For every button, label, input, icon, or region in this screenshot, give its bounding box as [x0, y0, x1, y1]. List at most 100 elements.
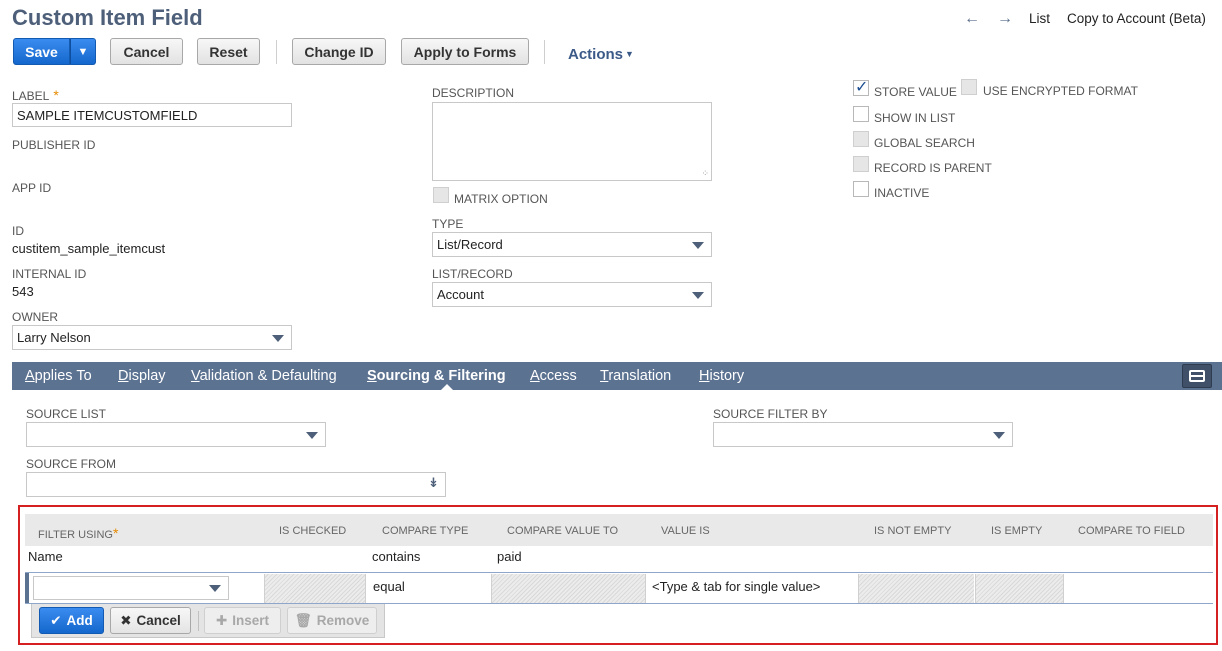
tab-layout-menu-button[interactable] — [1182, 364, 1212, 388]
dropdown-arrow-icon — [272, 335, 284, 342]
toolbar-divider — [198, 611, 199, 631]
apply-to-forms-button[interactable]: Apply to Forms — [401, 38, 529, 65]
close-icon: ✖ — [120, 612, 132, 628]
add-line-button[interactable]: ✔ Add — [39, 607, 104, 634]
matrix-option-label: Matrix Option — [454, 192, 548, 206]
show-in-list-label: Show in List — [874, 111, 956, 125]
store-value-checkbox[interactable]: ✓ — [853, 79, 869, 96]
column-header-is-not-empty: Is Not Empty — [874, 525, 952, 537]
inactive-checkbox[interactable] — [853, 181, 869, 197]
insert-line-button[interactable]: ✚ Insert — [204, 607, 281, 634]
owner-label: Owner — [12, 310, 58, 324]
actions-label: Actions — [568, 46, 624, 63]
source-from-select[interactable]: ↡ — [26, 472, 446, 497]
line-item-toolbar: ✔ Add ✖ Cancel ✚ Insert 🗑 Remove — [31, 604, 385, 638]
matrix-option-checkbox[interactable] — [433, 187, 449, 203]
cell-compare-value-to: paid — [497, 549, 522, 564]
list-record-label: List/Record — [432, 267, 513, 281]
required-asterisk: * — [112, 525, 119, 541]
column-header-is-checked: Is Checked — [279, 525, 347, 537]
toolbar-divider — [544, 40, 545, 64]
caret-down-icon: ▼ — [625, 49, 634, 59]
internal-id-label: Internal ID — [12, 267, 87, 281]
arrow-left-icon[interactable]: ← — [964, 10, 980, 28]
internal-id-value: 543 — [12, 284, 34, 299]
tab-validation-defaulting[interactable]: Validation & Defaulting — [191, 368, 337, 384]
tab-access[interactable]: Access — [530, 368, 577, 384]
app-id-label: App ID — [12, 181, 52, 195]
is-not-empty-cell-disabled — [858, 574, 974, 603]
tab-history[interactable]: History — [699, 368, 744, 384]
checkmark-icon: ✔ — [50, 612, 62, 628]
column-header-is-empty: Is Empty — [991, 525, 1043, 537]
column-header-compare-value-to: Compare Value To — [507, 525, 619, 537]
list-record-value: Account — [437, 287, 484, 302]
source-list-label: Source List — [26, 407, 107, 421]
dropdown-arrow-icon — [993, 432, 1005, 439]
layout-icon — [1189, 370, 1205, 382]
save-button[interactable]: Save — [13, 38, 70, 65]
type-select[interactable]: List/Record — [432, 232, 712, 257]
cancel-line-button[interactable]: ✖ Cancel — [110, 607, 191, 634]
label-input[interactable]: SAMPLE ITEMCUSTOMFIELD — [12, 103, 292, 127]
type-label: Type — [432, 217, 464, 231]
edit-row-indicator — [25, 573, 29, 603]
cell-compare-type: contains — [372, 549, 421, 564]
filter-using-select[interactable] — [33, 576, 229, 600]
is-checked-cell-disabled — [264, 574, 365, 603]
list-record-select[interactable]: Account — [432, 282, 712, 307]
global-search-label: Global Search — [874, 136, 975, 150]
source-list-select[interactable] — [26, 422, 326, 447]
tab-translation[interactable]: Translation — [600, 368, 671, 384]
toolbar-divider — [276, 40, 277, 64]
cancel-button[interactable]: Cancel — [110, 38, 183, 65]
description-textarea[interactable]: ⁘ — [432, 102, 712, 181]
copy-to-account-link[interactable]: Copy to Account (Beta) — [1067, 11, 1206, 26]
label-field-label: Label * — [12, 87, 59, 103]
record-is-parent-checkbox[interactable] — [853, 156, 869, 172]
save-menu-arrow-button[interactable]: ▼ — [70, 38, 96, 65]
use-encrypted-format-label: Use Encrypted Format — [983, 84, 1138, 98]
compare-value-to-cell-disabled — [491, 574, 645, 603]
use-encrypted-format-checkbox[interactable] — [961, 79, 977, 95]
subtab-bar: Applies To Display Validation & Defaulti… — [12, 362, 1222, 391]
dropdown-arrow-icon — [692, 242, 704, 249]
list-link[interactable]: List — [1029, 11, 1050, 26]
tab-display[interactable]: Display — [118, 368, 166, 384]
show-in-list-checkbox[interactable] — [853, 106, 869, 122]
description-label: Description — [432, 86, 515, 100]
store-value-label: Store Value — [874, 85, 957, 99]
source-from-label: Source From — [26, 457, 116, 471]
source-filter-by-label: Source Filter By — [713, 407, 828, 421]
tab-applies-to[interactable]: Applies To — [25, 368, 92, 384]
dropdown-arrow-icon — [209, 585, 221, 592]
cell-filter-using: Name — [28, 549, 63, 564]
cell-divider — [365, 574, 366, 603]
remove-line-button[interactable]: 🗑 Remove — [287, 607, 377, 634]
column-header-compare-type: Compare Type — [382, 525, 469, 537]
checkmark-icon: ✓ — [855, 79, 869, 96]
id-value: custitem_sample_itemcust — [12, 241, 166, 256]
trash-icon: 🗑 — [294, 612, 312, 628]
active-tab-pointer — [440, 384, 454, 391]
arrow-right-icon[interactable]: → — [997, 10, 1013, 28]
resize-grip-icon: ⁘ — [701, 168, 709, 178]
change-id-button[interactable]: Change ID — [292, 38, 386, 65]
dropdown-arrow-icon — [306, 432, 318, 439]
inactive-label: Inactive — [874, 186, 930, 200]
value-is-cell[interactable]: <Type & tab for single value> — [652, 579, 820, 594]
global-search-checkbox[interactable] — [853, 131, 869, 147]
source-filter-by-select[interactable] — [713, 422, 1013, 447]
cell-divider — [1063, 574, 1064, 603]
compare-type-cell[interactable]: equal — [373, 579, 405, 594]
tab-sourcing-filtering[interactable]: Sourcing & Filtering — [367, 368, 506, 384]
owner-value: Larry Nelson — [17, 330, 91, 345]
actions-menu[interactable]: Actions ▼ — [568, 46, 634, 63]
table-row[interactable]: Name contains paid — [25, 546, 1213, 572]
reset-button[interactable]: Reset — [197, 38, 260, 65]
double-chevron-down-icon: ↡ — [428, 475, 439, 490]
owner-select[interactable]: Larry Nelson — [12, 325, 292, 350]
publisher-id-label: Publisher ID — [12, 138, 96, 152]
column-header-value-is: Value Is — [661, 525, 710, 537]
record-is-parent-label: Record is Parent — [874, 161, 992, 175]
